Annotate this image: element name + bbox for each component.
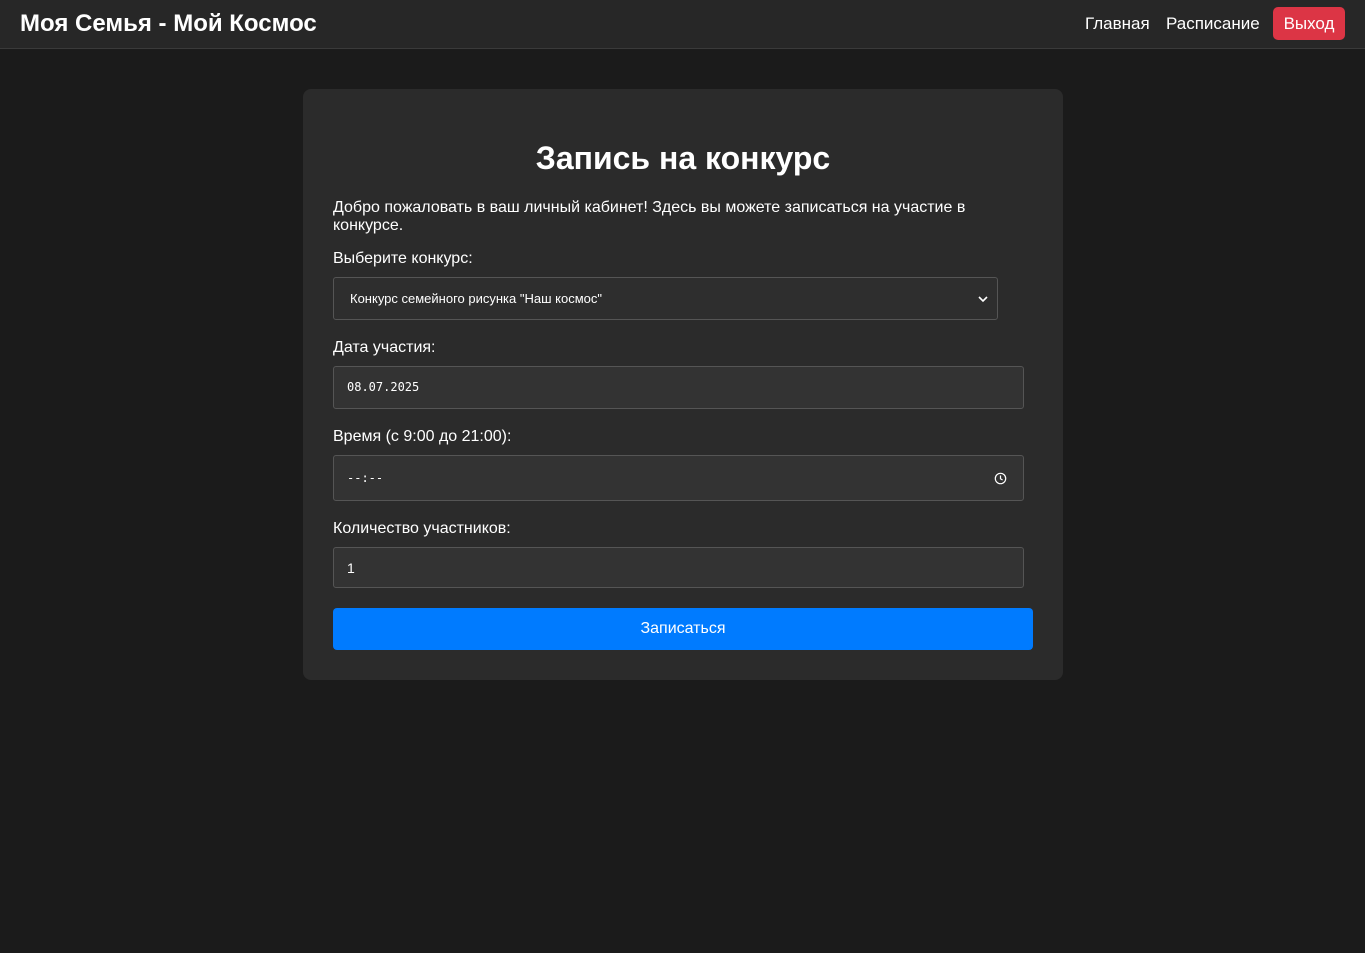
time-label: Время (с 9:00 до 21:00): [333, 428, 512, 445]
participants-value: 1 [347, 560, 355, 576]
contest-select[interactable]: Конкурс семейного рисунка "Наш космос" [333, 277, 998, 320]
site-brand[interactable]: Моя Семья - Мой Космос [20, 10, 317, 38]
chevron-down-icon [978, 296, 988, 303]
nav-link-schedule[interactable]: Расписание [1166, 14, 1260, 34]
registration-card: Запись на конкурс Добро пожаловать в ваш… [303, 89, 1063, 680]
date-input[interactable]: 08.07.2025 [333, 366, 1024, 409]
date-value: 08.07.2025 [347, 380, 420, 394]
contest-label: Выберите конкурс: [333, 250, 473, 267]
intro-text: Добро пожаловать в ваш личный кабинет! З… [333, 199, 966, 234]
top-navbar: Моя Семья - Мой Космос Главная Расписани… [0, 0, 1365, 49]
clock-icon[interactable] [994, 472, 1007, 485]
date-label: Дата участия: [333, 339, 436, 356]
page-title: Запись на конкурс [535, 140, 831, 176]
logout-button[interactable]: Выход [1273, 7, 1345, 40]
nav-link-home[interactable]: Главная [1085, 14, 1150, 34]
time-value: --:-- [347, 471, 384, 485]
submit-button[interactable]: Записаться [333, 608, 1033, 650]
participants-label: Количество участников: [333, 520, 511, 537]
time-input[interactable]: --:-- [333, 455, 1024, 501]
contest-selected-value: Конкурс семейного рисунка "Наш космос" [350, 291, 602, 306]
participants-input[interactable]: 1 [333, 547, 1024, 588]
